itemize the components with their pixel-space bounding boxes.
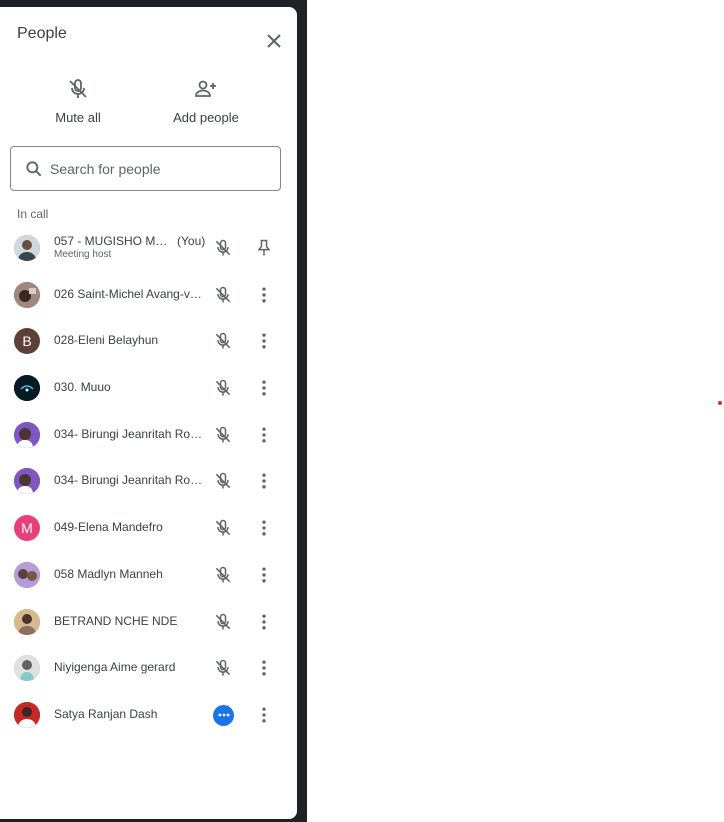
more-vert-icon[interactable] [254, 705, 274, 725]
participant-list: 057 - MUGISHO MAT... (You) Meeting host … [0, 225, 297, 739]
participant-name: 057 - MUGISHO MAT... [54, 234, 174, 248]
avatar [14, 421, 40, 448]
participant-row[interactable]: M 049-Elena Mandefro [0, 505, 297, 552]
participant-name: 030. Muuo [54, 380, 111, 395]
mic-off-icon [215, 659, 231, 676]
participant-name: 026 Saint-Michel Avang-vo... [54, 286, 206, 301]
close-button[interactable] [262, 29, 286, 53]
add-people-label: Add people [173, 110, 239, 125]
participant-row[interactable]: Niyigenga Aime gerard [0, 645, 297, 692]
participant-row[interactable]: 026 Saint-Michel Avang-vo... [0, 272, 297, 319]
participant-row[interactable]: BETRAND NCHE NDE [0, 599, 297, 646]
avatar [14, 281, 40, 308]
more-vert-icon[interactable] [254, 471, 274, 491]
mute-all-button[interactable]: Mute all [23, 77, 133, 125]
participant-row[interactable]: Satya Ranjan Dash [0, 692, 297, 739]
mic-off-icon [215, 286, 231, 303]
mic-off-icon [215, 613, 231, 629]
mic-off-icon [215, 519, 231, 536]
mute-all-label: Mute all [55, 110, 101, 125]
participant-name: 034- Birungi Jeanritah Roe... [54, 473, 206, 488]
avatar [14, 561, 40, 588]
avatar [14, 375, 40, 402]
participant-name: 034- Birungi Jeanritah Roe... [54, 426, 206, 441]
avatar: M [14, 515, 40, 542]
more-vert-icon[interactable] [254, 425, 274, 445]
more-vert-icon[interactable] [254, 612, 274, 632]
avatar [14, 655, 40, 682]
search-input[interactable] [50, 158, 270, 180]
pin-icon[interactable] [254, 238, 274, 258]
mic-off-icon [215, 333, 231, 349]
add-people-button[interactable]: Add people [151, 77, 261, 125]
avatar-letter: M [21, 520, 33, 537]
participant-name: Niyigenga Aime gerard [54, 660, 176, 675]
person-add-icon [195, 80, 216, 97]
search-icon [26, 161, 42, 177]
mic-off-icon [215, 473, 231, 489]
participant-row[interactable]: B 028-Eleni Belayhun [0, 318, 297, 365]
participant-name: 049-Elena Mandefro [54, 520, 163, 535]
participant-row[interactable]: 030. Muuo [0, 365, 297, 412]
mic-off-icon [215, 379, 231, 396]
mic-off-icon [215, 239, 231, 256]
more-vert-icon[interactable] [254, 331, 274, 351]
more-horiz-icon [218, 713, 229, 717]
participant-name: BETRAND NCHE NDE [54, 613, 178, 628]
more-vert-icon[interactable] [254, 518, 274, 538]
speaking-indicator [213, 704, 234, 726]
more-vert-icon[interactable] [254, 378, 274, 398]
mic-off-icon [215, 426, 231, 443]
avatar [14, 468, 40, 495]
participant-name: 028-Eleni Belayhun [54, 333, 159, 348]
more-vert-icon[interactable] [254, 285, 274, 305]
avatar-letter: B [22, 333, 32, 350]
avatar [14, 235, 40, 261]
search-box[interactable] [10, 146, 281, 191]
cursor-dot [718, 401, 722, 405]
participant-row[interactable]: 058 Madlyn Manneh [0, 552, 297, 599]
panel-title: People [17, 25, 67, 42]
participant-row[interactable]: 034- Birungi Jeanritah Roe... [0, 458, 297, 505]
mic-off-icon [69, 79, 87, 98]
mic-off-icon [215, 566, 231, 583]
close-icon [267, 34, 281, 48]
more-vert-icon[interactable] [254, 565, 274, 585]
avatar [14, 608, 40, 635]
participant-role: Meeting host [54, 249, 112, 260]
avatar: B [14, 328, 40, 355]
people-panel: People Mute all Add people In call [0, 7, 297, 819]
participant-name: Satya Ranjan Dash [54, 706, 158, 721]
avatar [14, 701, 40, 728]
you-label: (You) [177, 234, 206, 248]
participant-name: 058 Madlyn Manneh [54, 566, 163, 581]
participant-row[interactable]: 057 - MUGISHO MAT... (You) Meeting host [0, 225, 297, 272]
more-vert-icon[interactable] [254, 658, 274, 678]
participant-row[interactable]: 034- Birungi Jeanritah Roe... [0, 412, 297, 459]
in-call-section-label: In call [17, 207, 49, 221]
